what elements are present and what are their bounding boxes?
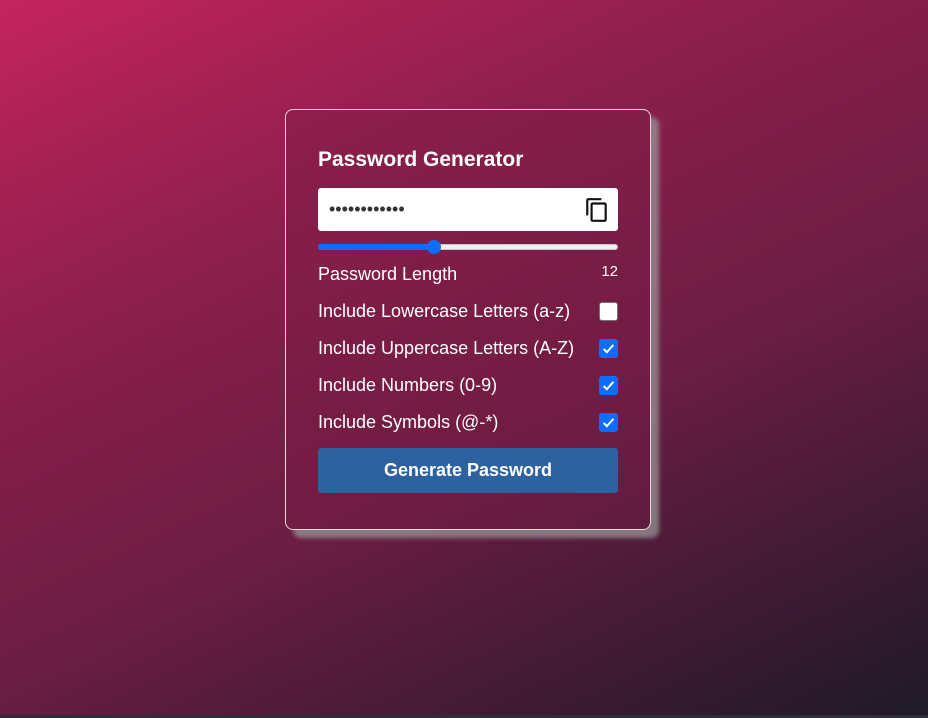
option-uppercase: Include Uppercase Letters (A-Z): [318, 336, 618, 360]
password-generator-card: Password Generator •••••••••••• Password…: [285, 109, 651, 530]
option-label: Include Lowercase Letters (a-z): [318, 301, 571, 321]
option-lowercase: Include Lowercase Letters (a-z): [318, 299, 618, 323]
copy-icon[interactable]: [584, 197, 610, 223]
length-label: Password Length: [318, 264, 458, 284]
option-symbols: Include Symbols (@-*): [318, 410, 618, 434]
password-field[interactable]: ••••••••••••: [318, 188, 618, 231]
lowercase-checkbox[interactable]: [599, 302, 618, 321]
numbers-checkbox[interactable]: [599, 376, 618, 395]
symbols-checkbox[interactable]: [599, 413, 618, 432]
length-value: 12: [601, 263, 618, 280]
option-numbers: Include Numbers (0-9): [318, 373, 618, 397]
option-label: Include Uppercase Letters (A-Z): [318, 338, 575, 358]
option-label: Include Symbols (@-*): [318, 412, 499, 432]
length-row: Password Length 12: [318, 262, 618, 286]
page-title: Password Generator: [318, 148, 524, 171]
slider-thumb[interactable]: [426, 240, 441, 254]
slider-fill: [318, 244, 434, 250]
uppercase-checkbox[interactable]: [599, 339, 618, 358]
password-value: ••••••••••••: [329, 199, 405, 219]
option-label: Include Numbers (0-9): [318, 375, 498, 395]
generate-password-button[interactable]: Generate Password: [318, 448, 618, 493]
length-slider[interactable]: [318, 240, 618, 254]
